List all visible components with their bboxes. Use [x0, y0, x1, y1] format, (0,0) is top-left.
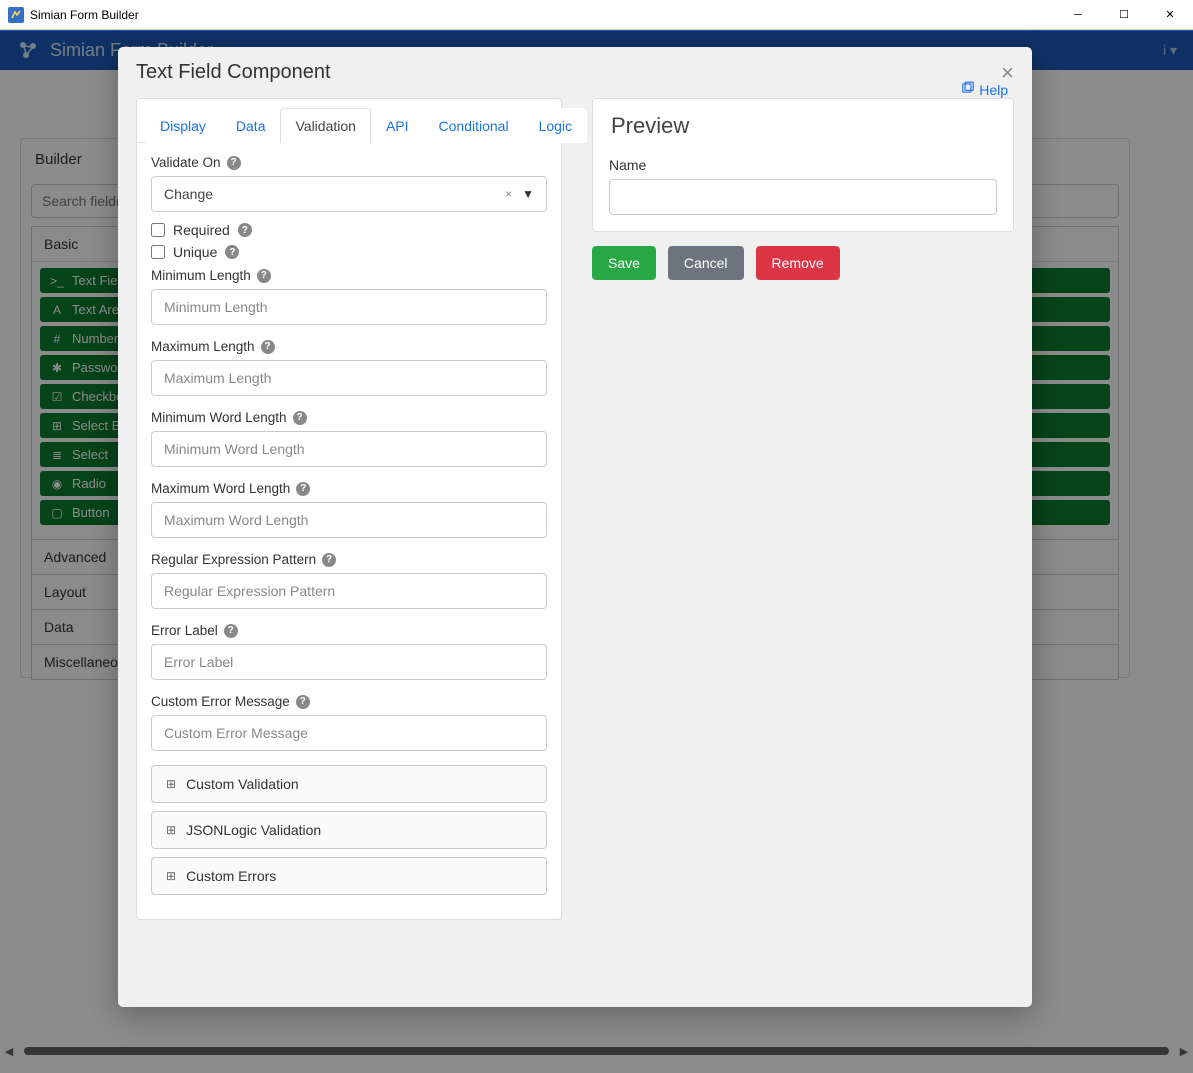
help-icon[interactable]: ?	[225, 245, 239, 259]
max-word-length-label: Maximum Word Length?	[151, 481, 547, 496]
preview-text-input[interactable]	[609, 179, 997, 215]
tab-display[interactable]: Display	[145, 108, 221, 143]
custom-error-msg-input[interactable]	[151, 715, 547, 751]
unique-label: Unique	[173, 244, 217, 260]
regex-pattern-label: Regular Expression Pattern?	[151, 552, 547, 567]
expand-icon: ⊞	[166, 869, 176, 883]
window-controls: ─ ☐ ✕	[1055, 0, 1193, 30]
validation-tab-content: Validate On ? Change × ▼	[137, 143, 561, 919]
max-length-input[interactable]	[151, 360, 547, 396]
min-word-length-input[interactable]	[151, 431, 547, 467]
min-length-label: Minimum Length?	[151, 268, 547, 283]
custom-validation-panel[interactable]: ⊞Custom Validation	[151, 765, 547, 803]
tab-logic[interactable]: Logic	[524, 108, 587, 143]
expand-icon: ⊞	[166, 823, 176, 837]
validate-on-select[interactable]: Change × ▼	[151, 176, 547, 212]
unique-checkbox[interactable]	[151, 245, 165, 259]
tab-validation[interactable]: Validation	[280, 108, 370, 143]
modal-help-link[interactable]: Help	[961, 81, 1008, 98]
remove-button[interactable]: Remove	[756, 246, 840, 280]
preview-field-label: Name	[609, 157, 997, 173]
help-icon[interactable]: ?	[224, 624, 238, 638]
window-title: Simian Form Builder	[30, 8, 139, 22]
regex-pattern-input[interactable]	[151, 573, 547, 609]
required-label: Required	[173, 222, 230, 238]
help-icon[interactable]: ?	[322, 553, 336, 567]
window-titlebar: Simian Form Builder ─ ☐ ✕	[0, 0, 1193, 30]
max-length-label: Maximum Length?	[151, 339, 547, 354]
error-label-input[interactable]	[151, 644, 547, 680]
save-button[interactable]: Save	[592, 246, 656, 280]
window-maximize-button[interactable]: ☐	[1101, 0, 1147, 30]
preview-card: Preview Name	[592, 98, 1014, 232]
required-checkbox[interactable]	[151, 223, 165, 237]
cancel-button[interactable]: Cancel	[668, 246, 744, 280]
help-icon[interactable]: ?	[296, 695, 310, 709]
validate-on-value: Change	[164, 186, 213, 202]
min-word-length-label: Minimum Word Length?	[151, 410, 547, 425]
help-icon[interactable]: ?	[293, 411, 307, 425]
help-icon	[961, 81, 975, 98]
window-minimize-button[interactable]: ─	[1055, 0, 1101, 30]
help-icon[interactable]: ?	[238, 223, 252, 237]
jsonlogic-validation-panel[interactable]: ⊞JSONLogic Validation	[151, 811, 547, 849]
error-label-label: Error Label?	[151, 623, 547, 638]
max-word-length-input[interactable]	[151, 502, 547, 538]
validate-on-label: Validate On ?	[151, 155, 547, 170]
expand-icon: ⊞	[166, 777, 176, 791]
window-close-button[interactable]: ✕	[1147, 0, 1193, 30]
clear-select-icon[interactable]: ×	[505, 187, 512, 201]
help-icon[interactable]: ?	[227, 156, 241, 170]
help-icon[interactable]: ?	[257, 269, 271, 283]
custom-error-msg-label: Custom Error Message?	[151, 694, 547, 709]
chevron-down-icon: ▼	[522, 187, 534, 201]
preview-title: Preview	[593, 99, 1013, 149]
help-icon[interactable]: ?	[296, 482, 310, 496]
custom-errors-panel[interactable]: ⊞Custom Errors	[151, 857, 547, 895]
component-settings-modal: Text Field Component × Help Display Data…	[118, 47, 1032, 1007]
help-label: Help	[979, 82, 1008, 98]
tab-data[interactable]: Data	[221, 108, 281, 143]
tab-api[interactable]: API	[371, 108, 424, 143]
modal-title: Text Field Component	[136, 61, 331, 84]
help-icon[interactable]: ?	[261, 340, 275, 354]
settings-tabs: Display Data Validation API Conditional …	[137, 99, 561, 143]
tab-conditional[interactable]: Conditional	[424, 108, 524, 143]
app-icon	[8, 7, 24, 23]
min-length-input[interactable]	[151, 289, 547, 325]
